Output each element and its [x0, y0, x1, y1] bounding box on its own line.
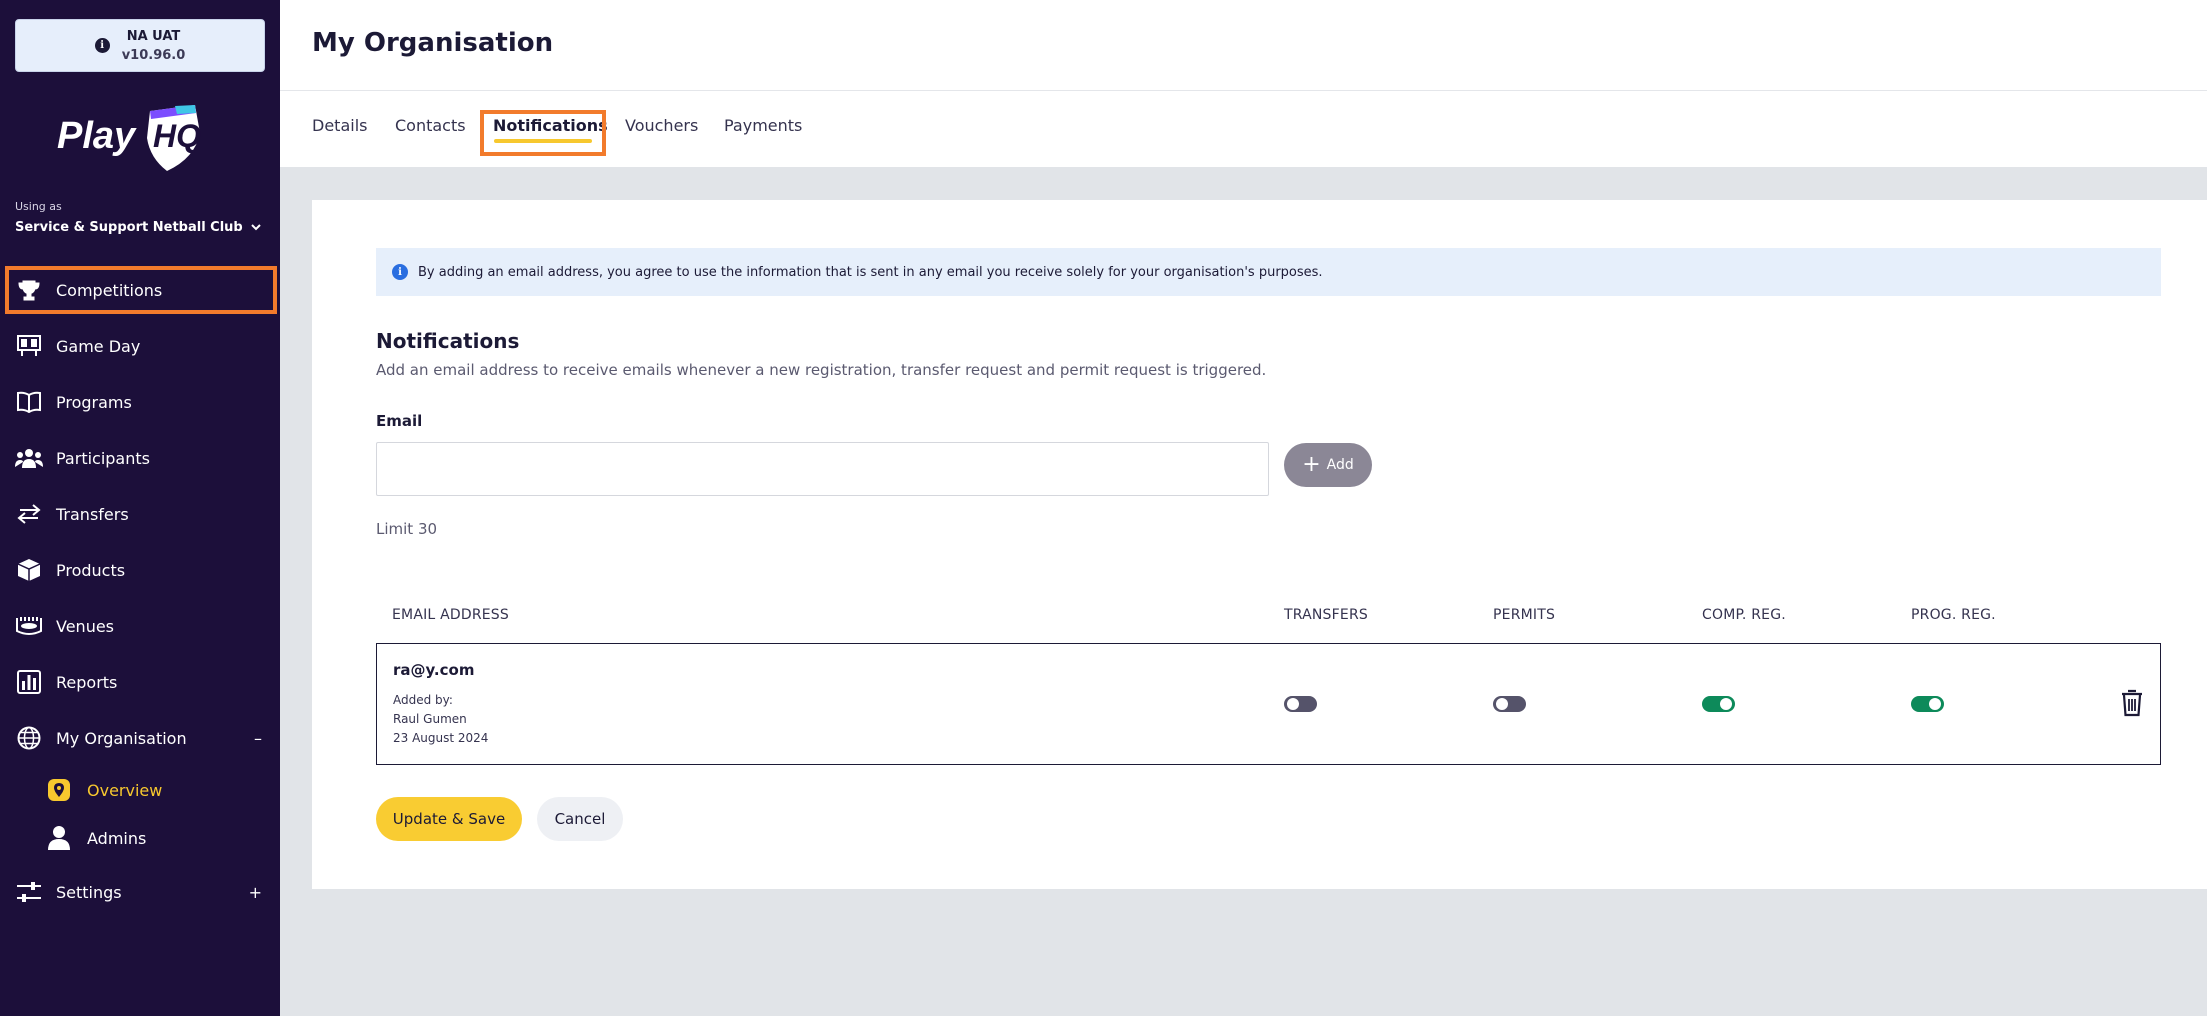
sidebar-item-label: Products	[56, 560, 126, 580]
sidebar-item-participants[interactable]: Participants	[6, 435, 276, 481]
sidebar-item-settings[interactable]: Settings +	[6, 869, 276, 915]
sidebar: i NA UAT v10.96.0 Play HQ Using as Servi…	[0, 0, 280, 1016]
sidebar-subitem-label: Admins	[87, 828, 147, 848]
transfers-toggle[interactable]	[1284, 696, 1317, 712]
svg-text:Play: Play	[57, 115, 137, 157]
sidebar-item-label: Settings	[56, 882, 122, 902]
row-email: ra@y.com	[393, 661, 475, 679]
add-button-label: Add	[1326, 457, 1354, 473]
info-banner-text: By adding an email address, you agree to…	[418, 264, 1323, 280]
column-header-prog-reg: PROG. REG.	[1911, 607, 1996, 623]
email-label: Email	[376, 412, 423, 430]
using-as-label: Using as	[15, 200, 62, 213]
section-title: Notifications	[376, 329, 520, 353]
environment-badge: i NA UAT v10.96.0	[15, 19, 265, 72]
sidebar-item-reports[interactable]: Reports	[6, 659, 276, 705]
cancel-button[interactable]: Cancel	[537, 797, 623, 841]
column-header-transfers: TRANSFERS	[1284, 607, 1368, 623]
sidebar-item-label: Programs	[56, 392, 132, 412]
stadium-icon	[14, 612, 44, 640]
sidebar-item-venues[interactable]: Venues	[6, 603, 276, 649]
trophy-icon	[14, 276, 44, 304]
add-email-button[interactable]: + Add	[1284, 443, 1372, 487]
sidebar-item-label: Participants	[56, 448, 150, 468]
svg-text:HQ: HQ	[153, 118, 201, 154]
sidebar-item-label: Transfers	[56, 504, 129, 524]
location-pin-icon	[45, 776, 73, 804]
sidebar-item-programs[interactable]: Programs	[6, 379, 276, 425]
tab-payments[interactable]: Payments	[724, 116, 802, 135]
tab-details[interactable]: Details	[312, 116, 367, 135]
scoreboard-icon	[14, 332, 44, 360]
expand-toggle[interactable]: +	[249, 883, 262, 902]
sidebar-item-game-day[interactable]: Game Day	[6, 323, 276, 369]
sidebar-item-label: My Organisation	[56, 728, 187, 748]
table-row: ra@y.com Added by: Raul Gumen 23 August …	[376, 643, 2161, 765]
added-date: 23 August 2024	[393, 731, 489, 745]
sidebar-subitem-admins[interactable]: Admins	[45, 820, 146, 856]
user-icon	[45, 824, 73, 852]
bar-chart-icon	[14, 668, 44, 696]
added-by-name: Raul Gumen	[393, 712, 467, 726]
sidebar-item-label: Game Day	[56, 336, 141, 356]
email-input[interactable]	[376, 442, 1269, 496]
trash-icon[interactable]	[2120, 689, 2144, 717]
sliders-icon	[14, 878, 44, 906]
org-switcher[interactable]: Service & Support Netball Club	[15, 220, 243, 235]
info-banner: i By adding an email address, you agree …	[376, 248, 2161, 296]
page-header: My Organisation	[280, 0, 2207, 91]
column-header-email: EMAIL ADDRESS	[392, 607, 509, 623]
globe-icon	[14, 724, 44, 752]
collapse-toggle[interactable]: –	[254, 729, 262, 748]
tab-vouchers[interactable]: Vouchers	[625, 116, 698, 135]
book-icon	[14, 388, 44, 416]
people-icon	[14, 444, 44, 472]
sidebar-item-label: Reports	[56, 672, 118, 692]
notifications-card: i By adding an email address, you agree …	[312, 200, 2207, 889]
tab-contacts[interactable]: Contacts	[395, 116, 466, 135]
sidebar-item-transfers[interactable]: Transfers	[6, 491, 276, 537]
added-by-label: Added by:	[393, 693, 453, 707]
transfer-arrows-icon	[14, 500, 44, 528]
playhq-logo[interactable]: Play HQ	[55, 103, 205, 173]
sidebar-subitem-label: Overview	[87, 780, 163, 800]
box-icon	[14, 556, 44, 584]
sidebar-item-label: Competitions	[56, 280, 163, 300]
column-header-permits: PERMITS	[1493, 607, 1556, 623]
info-icon: i	[94, 38, 110, 53]
sidebar-item-competitions[interactable]: Competitions	[5, 266, 277, 314]
chevron-down-icon[interactable]	[250, 221, 262, 233]
page-title: My Organisation	[312, 28, 554, 58]
tab-highlight-box	[480, 110, 606, 156]
sidebar-item-products[interactable]: Products	[6, 547, 276, 593]
section-description: Add an email address to receive emails w…	[376, 361, 1267, 379]
sidebar-item-my-organisation[interactable]: My Organisation –	[6, 715, 276, 761]
comp-reg-toggle[interactable]	[1702, 696, 1735, 712]
prog-reg-toggle[interactable]	[1911, 696, 1944, 712]
app-version: v10.96.0	[121, 47, 186, 63]
plus-icon: +	[1302, 452, 1321, 477]
active-tab-indicator	[494, 139, 592, 143]
limit-text: Limit 30	[376, 520, 438, 538]
column-header-comp-reg: COMP. REG.	[1702, 607, 1786, 623]
environment-name: NA UAT	[126, 28, 181, 44]
sidebar-subitem-overview[interactable]: Overview	[45, 772, 162, 808]
permits-toggle[interactable]	[1493, 696, 1526, 712]
info-icon: i	[392, 264, 408, 280]
sidebar-item-label: Venues	[56, 616, 115, 636]
update-save-button[interactable]: Update & Save	[376, 797, 522, 841]
